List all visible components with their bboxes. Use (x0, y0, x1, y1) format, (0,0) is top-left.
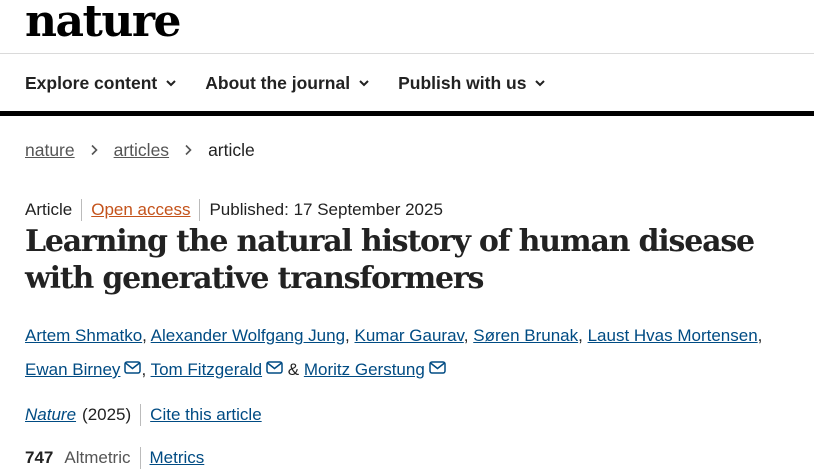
mail-icon[interactable] (429, 361, 446, 374)
article-type: Article (25, 200, 73, 219)
author-separator: , (141, 360, 151, 379)
breadcrumb: nature articles article (25, 138, 255, 162)
author-list: Artem Shmatko, Alexander Wolfgang Jung, … (25, 319, 805, 387)
author-ampersand: & (287, 360, 300, 379)
author-separator: , (463, 326, 474, 345)
chevron-right-icon (185, 144, 192, 156)
author-link[interactable]: Søren Brunak (473, 326, 578, 345)
cite-this-article-link[interactable]: Cite this article (150, 405, 261, 425)
nav-label: Explore content (25, 72, 158, 93)
divider (199, 199, 201, 221)
citation-row: Nature (2025) Cite this article (25, 403, 262, 427)
author-link[interactable]: Alexander Wolfgang Jung (151, 326, 345, 345)
citation-year: (2025) (82, 405, 132, 424)
altmetric-value: 747 (25, 448, 54, 467)
published-date: Published: 17 September 2025 (209, 200, 443, 219)
main-nav: Explore content About the journal Publis… (25, 70, 574, 96)
author-separator: , (345, 326, 355, 345)
chevron-right-icon (91, 144, 98, 156)
breadcrumb-articles[interactable]: articles (114, 140, 169, 161)
nav-explore-content[interactable]: Explore content (25, 73, 176, 94)
breadcrumb-current: article (208, 139, 255, 160)
divider (140, 404, 142, 426)
chevron-down-icon (359, 80, 369, 87)
divider (139, 447, 141, 469)
mail-icon[interactable] (266, 361, 283, 374)
author-separator: , (757, 326, 763, 345)
article-meta: Article Open access Published: 17 Septem… (25, 198, 443, 222)
author-link[interactable]: Ewan Birney (25, 360, 120, 379)
metrics-link[interactable]: Metrics (150, 448, 205, 468)
nav-publish-with-us[interactable]: Publish with us (398, 72, 546, 94)
open-access-link[interactable]: Open access (91, 200, 190, 220)
journal-link[interactable]: Nature (25, 405, 76, 425)
nav-label: Publish with us (398, 72, 527, 93)
nav-bottom-bar (0, 111, 814, 116)
nav-label: About the journal (205, 72, 351, 93)
author-link[interactable]: Tom Fitzgerald (151, 360, 262, 379)
altmetric-label: Altmetric (64, 448, 131, 467)
breadcrumb-nature[interactable]: nature (25, 140, 75, 161)
metrics-row: 747 Altmetric Metrics (25, 446, 204, 470)
nav-about-journal[interactable]: About the journal (205, 73, 369, 94)
author-separator: , (142, 326, 151, 345)
author-link[interactable]: Moritz Gerstung (304, 360, 425, 379)
article-title: Learning the natural history of human di… (25, 224, 755, 296)
author-link[interactable]: Kumar Gaurav (355, 326, 464, 345)
chevron-down-icon (166, 80, 176, 87)
author-separator: , (578, 326, 588, 345)
author-link[interactable]: Laust Hvas Mortensen (588, 326, 758, 345)
header-divider (0, 53, 814, 54)
chevron-down-icon (535, 80, 546, 87)
mail-icon[interactable] (124, 361, 142, 374)
divider (81, 199, 83, 221)
author-link[interactable]: Artem Shmatko (25, 326, 142, 345)
nature-logo[interactable]: nature (25, 0, 182, 44)
